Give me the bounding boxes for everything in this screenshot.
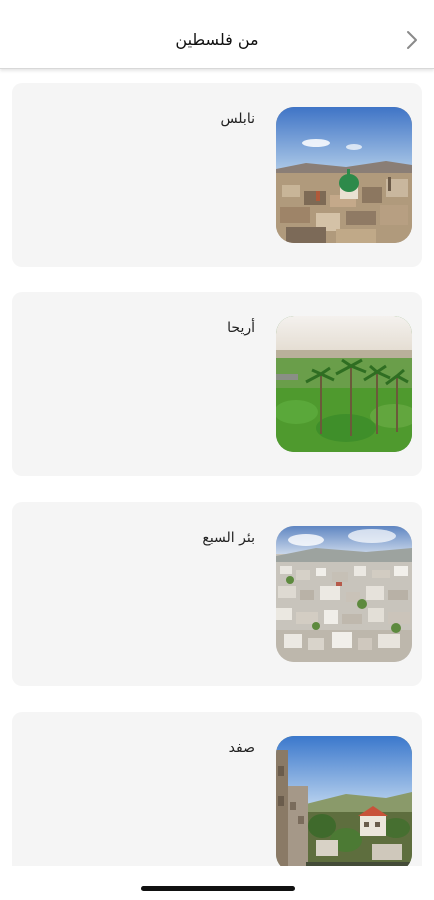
list-item[interactable]: بئر السبع	[12, 502, 422, 686]
list-item[interactable]: صفد	[12, 712, 422, 866]
city-name: صفد	[228, 740, 255, 756]
header-bar: من فلسطين	[0, 0, 434, 69]
list-item[interactable]: نابلس	[12, 83, 422, 267]
city-list[interactable]: نابلس أريحا بئر السبع صفد	[0, 69, 434, 866]
city-thumbnail	[276, 526, 412, 662]
city-thumbnail	[276, 107, 412, 243]
home-indicator[interactable]	[141, 886, 295, 891]
city-name: أريحا	[227, 320, 255, 336]
list-item[interactable]: أريحا	[12, 292, 422, 476]
bottom-bar	[0, 866, 434, 900]
city-thumbnail	[276, 736, 412, 866]
city-thumbnail	[276, 316, 412, 452]
city-name: نابلس	[220, 111, 255, 127]
page-title: من فلسطين	[175, 30, 259, 49]
back-button[interactable]	[404, 29, 420, 51]
chevron-right-icon	[407, 31, 417, 49]
city-name: بئر السبع	[202, 530, 255, 546]
